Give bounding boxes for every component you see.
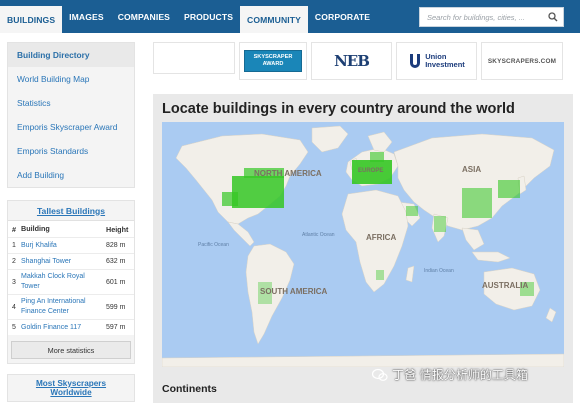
row-building-link[interactable]: Burj Khalifa (21, 241, 106, 251)
nav-companies[interactable]: COMPANIES (111, 0, 177, 33)
label-australia: AUSTRALIA (482, 281, 528, 290)
row-height: 632 m (106, 258, 126, 265)
sidebar-item-building-directory[interactable]: Building Directory (8, 43, 134, 67)
top-nav: BUILDINGS IMAGES COMPANIES PRODUCTS COMM… (0, 0, 580, 33)
row-num: 3 (12, 278, 16, 286)
search-input[interactable]: Search for buildings, cities, ... (419, 7, 564, 27)
continents-heading: Continents (162, 383, 217, 395)
row-num: 1 (12, 242, 16, 249)
most-skyscrapers-link[interactable]: Most Skyscrapers Worldwide (7, 374, 135, 402)
neb-logo[interactable]: NEB (311, 42, 392, 80)
nav-products[interactable]: PRODUCTS (177, 0, 240, 33)
sidebar: Building Directory World Building Map St… (7, 42, 135, 402)
wechat-watermark: 丁爸 情报分析师的工具箱 (372, 366, 528, 383)
union-line2: Investment (425, 60, 465, 69)
main-panel: Locate buildings in every country around… (153, 94, 573, 403)
wechat-icon (372, 368, 388, 381)
watermark-text: 丁爸 情报分析师的工具箱 (392, 368, 528, 382)
award-line2: AWARD (262, 61, 284, 67)
page-title: Locate buildings in every country around… (162, 101, 515, 117)
skyscrapers-com-logo[interactable]: SKYSCRAPERS.COM (481, 42, 563, 80)
row-num: 4 (12, 303, 16, 311)
nav-buildings[interactable]: BUILDINGS (0, 6, 63, 33)
label-europe: EUROPE (358, 168, 383, 174)
table-row: 3 Makkah Clock Royal Tower 601 m (8, 269, 134, 294)
label-north-america: NORTH AMERICA (254, 169, 322, 178)
row-num: 5 (12, 324, 16, 331)
most-skyscrapers-line1: Most Skyscrapers (35, 379, 107, 388)
award-badge: SKYSCRAPER AWARD (244, 50, 302, 72)
sidebar-item-skyscraper-award[interactable]: Emporis Skyscraper Award (8, 115, 134, 139)
table-header: # Building Height (8, 221, 134, 237)
sidebar-item-statistics[interactable]: Statistics (8, 91, 134, 115)
label-atlantic-ocean: Atlantic Ocean (302, 232, 335, 238)
label-pacific-ocean: Pacific Ocean (198, 242, 229, 248)
search-icon[interactable] (543, 12, 563, 22)
col-num-header: # (12, 224, 16, 234)
row-building-link[interactable]: Shanghai Tower (21, 257, 106, 267)
row-height: 599 m (106, 303, 126, 311)
row-building-link[interactable]: Goldin Finance 117 (21, 323, 106, 333)
label-asia: ASIA (462, 165, 481, 174)
nav-corporate[interactable]: CORPORATE (308, 0, 377, 33)
skyscraper-award-logo[interactable]: SKYSCRAPER AWARD (239, 42, 307, 80)
sidebar-item-standards[interactable]: Emporis Standards (8, 139, 134, 163)
nav-images[interactable]: IMAGES (62, 0, 111, 33)
row-height: 828 m (106, 242, 126, 249)
sidebar-item-add-building[interactable]: Add Building (8, 163, 134, 187)
row-building-link[interactable]: Ping An International Finance Center (21, 297, 106, 317)
search-placeholder: Search for buildings, cities, ... (427, 12, 525, 22)
sidebar-menu: Building Directory World Building Map St… (7, 42, 135, 188)
world-map[interactable]: NORTH AMERICA SOUTH AMERICA AFRICA ASIA … (162, 122, 564, 367)
logo-placeholder (153, 42, 235, 74)
partner-logos: SKYSCRAPER AWARD NEB Union Investment SK… (153, 42, 573, 80)
row-num: 2 (12, 258, 16, 265)
table-row: 4 Ping An International Finance Center 5… (8, 294, 134, 319)
row-building-link[interactable]: Makkah Clock Royal Tower (21, 272, 106, 292)
sidebar-item-world-building-map[interactable]: World Building Map (8, 67, 134, 91)
row-height: 601 m (106, 278, 126, 286)
col-building-header: Building (21, 224, 50, 233)
skyscrapers-com-text: SKYSCRAPERS.COM (487, 57, 557, 65)
more-statistics-button[interactable]: More statistics (11, 341, 131, 359)
award-line1: SKYSCRAPER (253, 54, 293, 60)
union-u-icon (410, 54, 421, 68)
world-map-svg: NORTH AMERICA SOUTH AMERICA AFRICA ASIA … (162, 122, 564, 367)
most-skyscrapers-line2: Worldwide (50, 388, 92, 397)
table-row: 2 Shanghai Tower 632 m (8, 253, 134, 269)
neb-logo-text: NEB (334, 52, 370, 70)
label-africa: AFRICA (366, 233, 396, 242)
tallest-buildings-box: Tallest Buildings # Building Height 1 Bu… (7, 200, 135, 364)
union-investment-logo[interactable]: Union Investment (396, 42, 477, 80)
table-row: 1 Burj Khalifa 828 m (8, 237, 134, 253)
label-south-america: SOUTH AMERICA (260, 287, 327, 296)
label-indian-ocean: Indian Ocean (424, 268, 454, 274)
tallest-buildings-link[interactable]: Tallest Buildings (8, 201, 134, 221)
table-row: 5 Goldin Finance 117 597 m (8, 319, 134, 335)
row-height: 597 m (106, 324, 126, 331)
col-height-header: Height (106, 224, 129, 234)
nav-community[interactable]: COMMUNITY (240, 6, 308, 33)
